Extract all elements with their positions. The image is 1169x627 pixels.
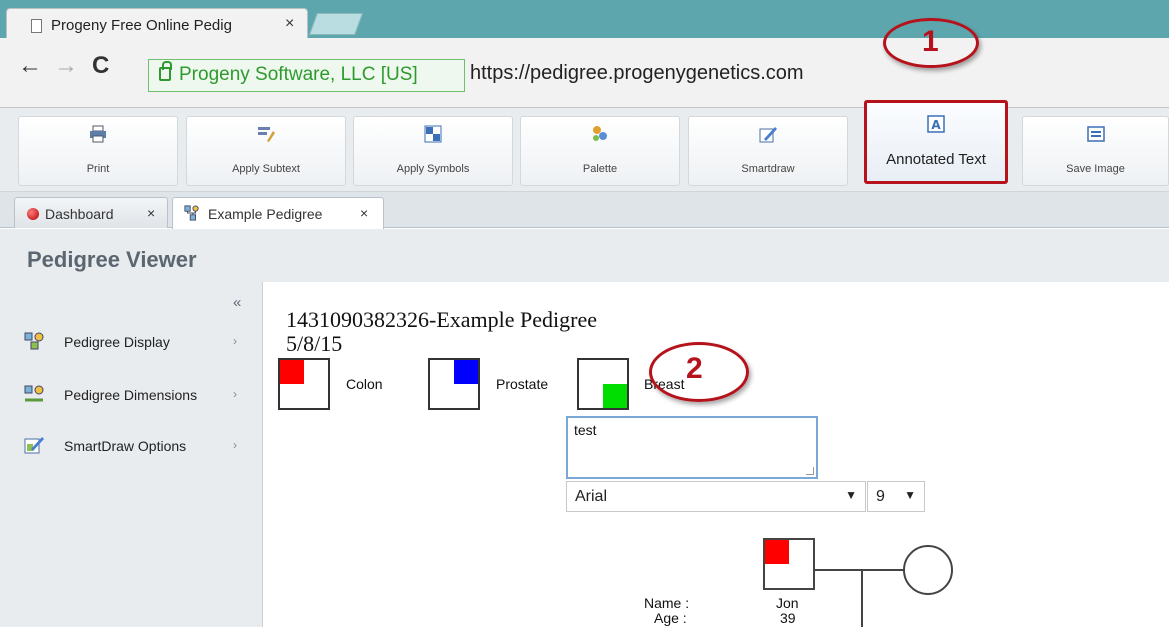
annotated-text-icon: A: [927, 115, 945, 133]
pedigree-date: 5/8/15: [286, 331, 343, 356]
male-symbol-jon-quadrant: [765, 540, 789, 564]
apply-symbols-label: Apply Symbols: [396, 163, 470, 175]
annotated-text-label: Annotated Text: [886, 151, 986, 168]
sidebar-item-label: Pedigree Display: [64, 334, 170, 350]
sidebar-item-label: SmartDraw Options: [64, 438, 187, 454]
legend-symbol-colon[interactable]: [278, 358, 330, 410]
prostate-quadrant: [454, 360, 478, 384]
smartdraw-options-icon: [24, 437, 44, 454]
person-name-value: Jon: [776, 595, 799, 611]
apply-symbols-button[interactable]: Apply Symbols: [353, 116, 513, 186]
pedigree-dimensions-icon: [24, 385, 44, 402]
legend-symbol-prostate[interactable]: [428, 358, 480, 410]
apply-subtext-label: Apply Subtext: [232, 163, 300, 175]
printer-icon: [90, 125, 106, 143]
tab-dashboard-close-icon[interactable]: ×: [147, 205, 155, 221]
pedigree-viewer-header: Pedigree Viewer: [0, 229, 1169, 282]
chevron-down-icon: ▼: [845, 488, 857, 502]
colon-quadrant: [280, 360, 304, 384]
pedigree-display-icon: [24, 332, 44, 350]
tab-dashboard[interactable]: Dashboard ×: [14, 197, 168, 228]
palette-icon: [593, 126, 607, 141]
pedigree-canvas[interactable]: 1431090382326-Example Pedigree 5/8/15 Co…: [264, 282, 1169, 627]
print-button[interactable]: Print: [18, 116, 178, 186]
app-tab-bar: Dashboard × Example Pedigree ×: [0, 192, 1169, 229]
browser-window: Progeny Free Online Pedig × ← → C Progen…: [0, 0, 1169, 627]
chevron-down-icon: ▼: [904, 488, 916, 502]
tab-example-pedigree[interactable]: Example Pedigree ×: [172, 197, 384, 229]
person-age-label: Age :: [654, 610, 687, 626]
font-family-select[interactable]: Arial ▼: [566, 481, 866, 512]
lock-icon: [159, 61, 172, 81]
tab-dashboard-label: Dashboard: [45, 206, 114, 222]
back-arrow-icon[interactable]: ←: [18, 52, 42, 80]
palette-label: Palette: [582, 163, 618, 175]
app-toolbar: Print Apply Subtext Apply Symbols Palett…: [0, 100, 1169, 192]
reload-icon[interactable]: C: [92, 52, 109, 80]
pedigree-title: 1431090382326-Example Pedigree: [286, 307, 597, 332]
new-tab-button[interactable]: [308, 13, 364, 35]
dashboard-icon: [27, 208, 39, 220]
sidebar-item-pedigree-dimensions[interactable]: Pedigree Dimensions ›: [24, 383, 254, 407]
female-symbol: [903, 545, 953, 595]
sidebar-item-pedigree-display[interactable]: Pedigree Display ›: [24, 330, 254, 354]
legend-label-prostate: Prostate: [496, 376, 549, 392]
person-name-label: Name :: [644, 595, 690, 611]
legend-label-colon: Colon: [346, 376, 383, 392]
sidebar-item-smartdraw-options[interactable]: SmartDraw Options ›: [24, 434, 254, 458]
palette-button[interactable]: Palette: [520, 116, 680, 186]
chevron-right-icon: ›: [233, 387, 237, 401]
font-size-select[interactable]: 9 ▼: [867, 481, 925, 512]
browser-toolbar: ← → C Progeny Software, LLC [US] https:/…: [0, 38, 1169, 108]
chevron-right-icon: ›: [233, 438, 237, 452]
callout-number-2: 2: [686, 352, 703, 385]
tab-close-icon[interactable]: ×: [285, 15, 294, 33]
symbols-icon: [424, 125, 442, 143]
font-family-value: Arial: [575, 488, 608, 505]
collapse-sidebar-icon[interactable]: «: [233, 294, 241, 311]
callout-number-1: 1: [922, 25, 939, 58]
pedigree-chart: [763, 538, 953, 627]
breast-quadrant: [603, 384, 627, 408]
chevron-right-icon: ›: [233, 334, 237, 348]
save-image-icon: [1086, 126, 1105, 142]
pedigree-icon: [184, 205, 199, 221]
print-label: Print: [86, 163, 110, 175]
page-title: Pedigree Viewer: [27, 247, 197, 272]
smartdraw-icon: [759, 127, 777, 143]
smartdraw-button[interactable]: Smartdraw: [688, 116, 848, 186]
save-image-label: Save Image: [1066, 163, 1125, 175]
secure-label: Progeny Software, LLC [US]: [179, 64, 418, 85]
legend-symbol-breast[interactable]: [577, 358, 629, 410]
browser-tab-title: Progeny Free Online Pedig: [51, 17, 232, 34]
person-age-value: 39: [780, 610, 796, 626]
save-image-button[interactable]: Save Image: [1022, 116, 1169, 186]
tab-example-pedigree-label: Example Pedigree: [208, 206, 323, 222]
svg-text:A: A: [931, 118, 941, 132]
annotation-text-input[interactable]: test: [566, 416, 818, 479]
secure-badge[interactable]: Progeny Software, LLC [US]: [148, 59, 465, 92]
smartdraw-label: Smartdraw: [741, 163, 795, 175]
browser-tab-strip: Progeny Free Online Pedig ×: [0, 0, 1169, 40]
address-bar[interactable]: https://pedigree.progenygenetics.com: [470, 62, 804, 85]
subtext-icon: [258, 127, 275, 142]
tab-example-pedigree-close-icon[interactable]: ×: [360, 205, 368, 221]
apply-subtext-button[interactable]: Apply Subtext: [186, 116, 346, 186]
forward-arrow-icon[interactable]: →: [54, 52, 78, 80]
page-icon: [31, 19, 42, 33]
sidebar: « Pedigree Display › Pedigree Dimensions…: [0, 282, 263, 627]
font-size-value: 9: [876, 488, 885, 505]
annotated-text-button[interactable]: A Annotated Text: [864, 100, 1008, 184]
resize-grip-icon[interactable]: [806, 467, 814, 475]
browser-tab[interactable]: Progeny Free Online Pedig ×: [6, 8, 308, 40]
sidebar-item-label: Pedigree Dimensions: [64, 387, 198, 403]
annotation-text-value: test: [574, 422, 597, 438]
